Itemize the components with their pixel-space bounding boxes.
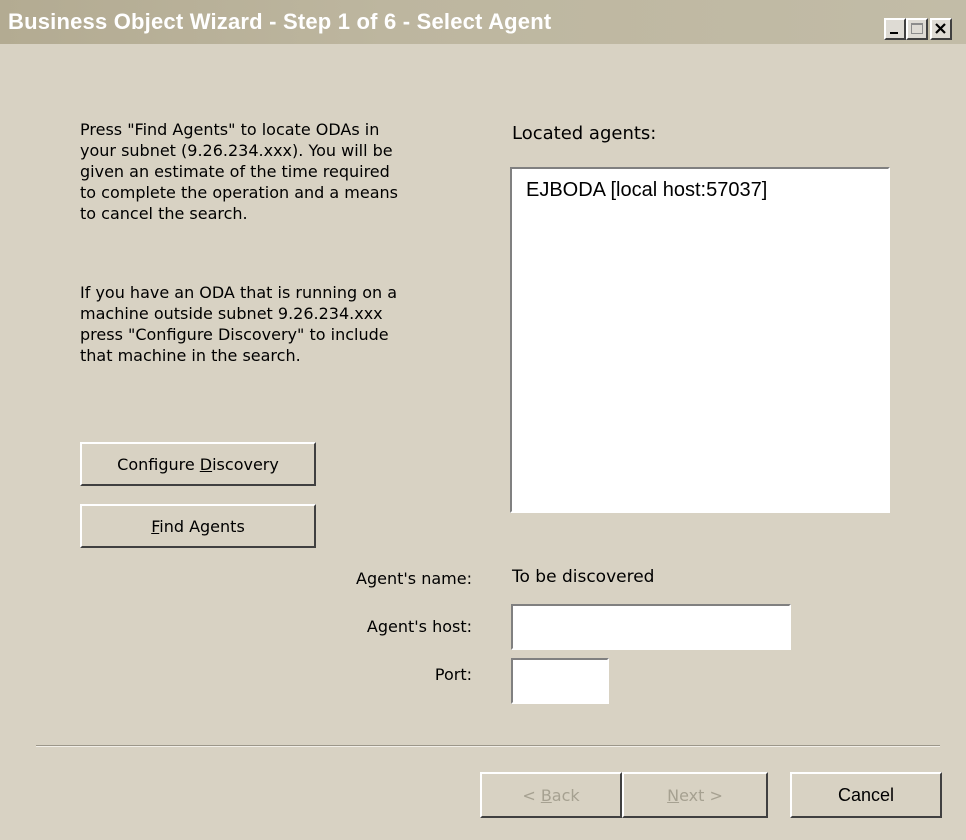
located-agents-label: Located agents: <box>512 123 657 144</box>
find-agents-button[interactable]: Find Agents <box>80 504 316 548</box>
back-label: < Back <box>522 785 580 805</box>
configure-discovery-instructions: If you have an ODA that is running on a … <box>80 283 398 365</box>
list-item[interactable]: EJBODA [local host:57037] <box>526 179 767 202</box>
window-title: Business Object Wizard - Step 1 of 6 - S… <box>8 9 552 34</box>
agent-host-input[interactable] <box>511 604 791 650</box>
port-input[interactable] <box>511 658 609 704</box>
find-agents-label: Find Agents <box>151 516 245 536</box>
separator <box>36 745 940 747</box>
next-label: Next > <box>667 785 723 805</box>
minimize-icon[interactable] <box>884 18 906 40</box>
agent-name-value: To be discovered <box>512 567 655 587</box>
wizard-window: Business Object Wizard - Step 1 of 6 - S… <box>0 0 966 840</box>
agent-name-label: Agent's name: <box>356 569 472 588</box>
title-bar[interactable]: Business Object Wizard - Step 1 of 6 - S… <box>0 0 966 44</box>
configure-discovery-label: Configure Discovery <box>117 454 279 474</box>
located-agents-list[interactable]: EJBODA [local host:57037] <box>510 167 890 513</box>
cancel-button[interactable]: Cancel <box>790 772 942 818</box>
find-agents-instructions: Press "Find Agents" to locate ODAs in yo… <box>80 120 399 223</box>
maximize-icon[interactable] <box>906 18 928 40</box>
back-button[interactable]: < Back <box>480 772 622 818</box>
agent-host-label: Agent's host: <box>366 617 472 636</box>
next-button[interactable]: Next > <box>622 772 768 818</box>
configure-discovery-button[interactable]: Configure Discovery <box>80 442 316 486</box>
port-label: Port: <box>434 665 472 684</box>
close-icon[interactable] <box>930 18 952 40</box>
